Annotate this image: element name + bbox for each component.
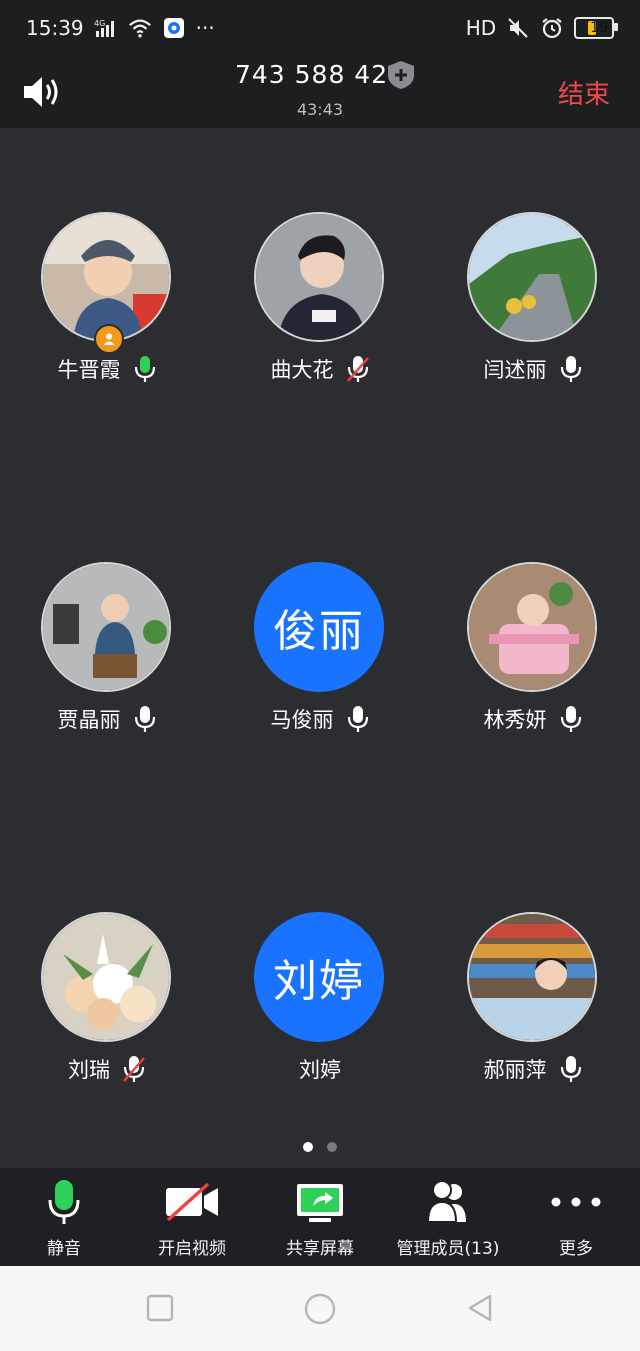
participant-tile[interactable]: 贾晶丽 xyxy=(0,478,214,732)
microphone-icon xyxy=(0,1178,128,1226)
system-navigation-bar xyxy=(0,1266,640,1351)
participant-name-row: 刘婷 xyxy=(213,1054,427,1084)
participant-name: 闫述丽 xyxy=(483,358,547,382)
participant-tile[interactable]: 刘瑞 xyxy=(0,828,214,1082)
app-notification-icon xyxy=(162,16,186,40)
participant-name: 曲大花 xyxy=(270,358,334,382)
participant-name-row: 刘瑞 xyxy=(0,1054,214,1084)
mute-button[interactable]: 静音 xyxy=(0,1178,128,1259)
share-screen-button[interactable]: 共享屏幕 xyxy=(256,1178,384,1259)
participant-tile[interactable]: 曲大花 xyxy=(213,128,427,382)
back-icon[interactable] xyxy=(464,1292,496,1324)
mic-muted-icon xyxy=(122,1055,146,1083)
video-off-icon xyxy=(128,1178,256,1226)
avatar-photo xyxy=(254,212,384,342)
participant-name-row: 闫述丽 xyxy=(426,354,640,384)
page-indicator[interactable] xyxy=(0,1142,640,1152)
participant-name-row: 牛晋霞 xyxy=(0,354,214,384)
participant-name: 马俊丽 xyxy=(270,708,334,732)
status-time: 15:39 xyxy=(26,16,84,40)
meeting-header: 743 588 426 43:43 结束 xyxy=(0,56,640,128)
participant-tile[interactable]: 俊丽 马俊丽 xyxy=(213,478,427,732)
end-meeting-button[interactable]: 结束 xyxy=(558,74,610,111)
manage-members-label: 管理成员(13) xyxy=(396,1239,500,1259)
wifi-icon xyxy=(128,16,152,40)
participant-name-row: 马俊丽 xyxy=(213,704,427,734)
participant-tile[interactable]: 林秀妍 xyxy=(426,478,640,732)
participant-grid: 牛晋霞 曲大花 闫述丽 贾晶丽 俊丽 马俊丽 林秀妍 刘瑞 刘婷 刘婷 郝丽萍 xyxy=(0,128,640,1168)
participant-name-row: 郝丽萍 xyxy=(426,1054,640,1084)
participant-name: 刘瑞 xyxy=(68,1058,110,1082)
participant-name: 刘婷 xyxy=(299,1058,341,1082)
avatar-photo xyxy=(467,212,597,342)
share-screen-label: 共享屏幕 xyxy=(286,1239,354,1259)
avatar-initials-text: 俊丽 xyxy=(273,606,365,657)
mic-icon xyxy=(559,1055,583,1083)
manage-members-button[interactable]: 管理成员(13) xyxy=(384,1178,512,1259)
avatar-photo xyxy=(41,912,171,1042)
avatar-photo xyxy=(467,562,597,692)
recent-apps-icon[interactable] xyxy=(144,1292,176,1324)
share-screen-icon xyxy=(256,1178,384,1226)
participant-name: 林秀妍 xyxy=(483,708,547,732)
svg-text:4G: 4G xyxy=(94,19,105,28)
mic-muted-icon xyxy=(346,355,370,383)
meeting-toolbar: 静音 开启视频 共享屏幕 管理成员(13) 更多 xyxy=(0,1168,640,1266)
mic-icon xyxy=(133,705,157,733)
avatar-initials: 俊丽 xyxy=(254,562,384,692)
home-icon[interactable] xyxy=(303,1292,336,1325)
more-notifications-indicator: ··· xyxy=(195,16,215,40)
start-video-label: 开启视频 xyxy=(158,1239,226,1259)
mute-label: 静音 xyxy=(47,1239,81,1259)
more-button[interactable]: 更多 xyxy=(512,1178,640,1259)
members-icon xyxy=(384,1178,512,1226)
mic-icon xyxy=(559,705,583,733)
participant-name-row: 贾晶丽 xyxy=(0,704,214,734)
meeting-duration: 43:43 xyxy=(296,100,344,119)
meeting-id[interactable]: 743 588 426 xyxy=(0,60,640,89)
avatar-initials-text: 刘婷 xyxy=(273,956,365,1007)
participant-name-row: 林秀妍 xyxy=(426,704,640,734)
battery-indicator: 19 xyxy=(574,17,618,39)
participant-tile[interactable]: 牛晋霞 xyxy=(0,128,214,382)
silent-mode-icon xyxy=(506,16,530,40)
mic-active-icon xyxy=(133,355,157,383)
page-dot-active[interactable] xyxy=(303,1142,313,1152)
avatar-photo xyxy=(467,912,597,1042)
participant-name: 牛晋霞 xyxy=(57,358,121,382)
participant-name: 贾晶丽 xyxy=(57,708,121,732)
alarm-icon xyxy=(540,16,564,40)
avatar-photo xyxy=(41,212,171,342)
start-video-button[interactable]: 开启视频 xyxy=(128,1178,256,1259)
cellular-signal-icon: 4G xyxy=(94,16,118,40)
status-bar: 15:39 4G ··· HD 19 xyxy=(0,0,640,56)
participant-tile[interactable]: 闫述丽 xyxy=(426,128,640,382)
participant-name-row: 曲大花 xyxy=(213,354,427,384)
more-label: 更多 xyxy=(559,1239,593,1259)
host-badge-icon xyxy=(94,324,124,354)
participant-tile[interactable]: 郝丽萍 xyxy=(426,828,640,1082)
participant-tile[interactable]: 刘婷 刘婷 xyxy=(213,828,427,1082)
avatar-initials: 刘婷 xyxy=(254,912,384,1042)
hd-indicator: HD xyxy=(465,16,497,40)
page-dot[interactable] xyxy=(327,1142,337,1152)
avatar-photo xyxy=(41,562,171,692)
mic-icon xyxy=(346,705,370,733)
security-shield-icon[interactable] xyxy=(386,60,416,90)
participant-name: 郝丽萍 xyxy=(483,1058,547,1082)
more-dots-icon xyxy=(512,1178,640,1226)
mic-icon xyxy=(559,355,583,383)
